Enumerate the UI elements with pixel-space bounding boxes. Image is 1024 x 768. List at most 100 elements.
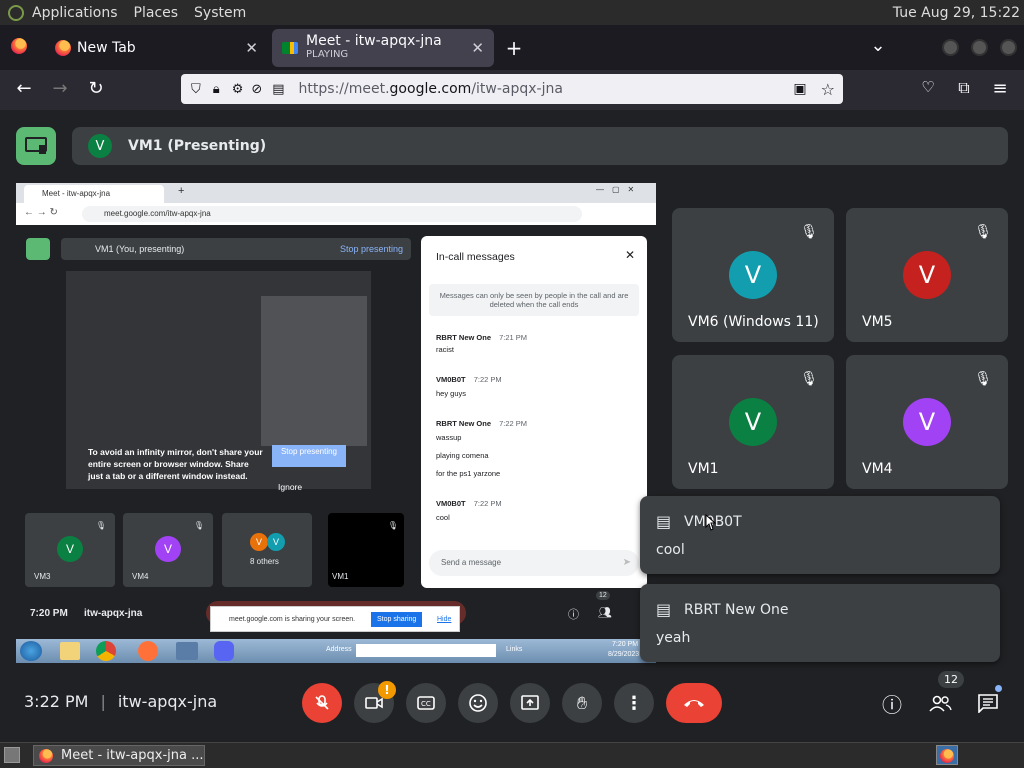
current-time: 3:22 PM (24, 692, 89, 711)
inner-firefox-icon (138, 641, 158, 661)
lock-icon[interactable]: 🔒︎ (213, 82, 220, 97)
window-controls (942, 39, 1017, 56)
avatar: V (729, 398, 777, 446)
list-all-tabs-icon[interactable]: ⌄ (866, 35, 890, 56)
captions-button[interactable]: CC (406, 683, 446, 723)
separator: | (100, 692, 106, 711)
menu-icon[interactable]: ≡ (988, 78, 1012, 99)
inner-chat-close-icon: ✕ (624, 248, 635, 262)
inner-chat-title: In-call messages (436, 251, 515, 263)
inner-presentation-icon (26, 238, 50, 260)
firefox-icon (55, 40, 71, 56)
inner-window-controls: —▢✕ (596, 185, 643, 194)
inner-mirror-panel (261, 296, 367, 446)
tab-title: Meet - itw-apqx-jna (306, 33, 442, 49)
reactions-button[interactable] (458, 683, 498, 723)
chat-notification[interactable]: ▤ RBRT New One yeah (640, 584, 1000, 662)
participant-tile-vm1[interactable]: 🎙︎ V VM1 (672, 355, 834, 489)
bookmark-star-icon[interactable]: ☆ (821, 80, 835, 99)
inner-url-text: meet.google.com/itw-apqx-jna (82, 206, 582, 222)
chat-icon (978, 694, 998, 713)
people-button[interactable]: 12 (920, 671, 964, 723)
avatar: V (903, 251, 951, 299)
participant-tile-vm6[interactable]: 🎙︎ V VM6 (Windows 11) (672, 208, 834, 342)
participant-name: VM6 (Windows 11) (688, 314, 819, 330)
inner-stop-presenting-button: Stop presenting (272, 445, 346, 467)
screen-share-indicator-icon[interactable]: ▣ (793, 81, 806, 97)
close-window-button[interactable] (1000, 39, 1017, 56)
browser-tab-bar: New Tab ✕ Meet - itw-apqx-jna PLAYING ✕ … (0, 25, 1024, 70)
camera-toggle-button[interactable]: ! (354, 681, 396, 723)
reload-icon[interactable]: ↻ (84, 78, 108, 99)
meeting-info-button[interactable]: ⓘ (872, 683, 912, 723)
present-screen-button[interactable] (510, 683, 550, 723)
inner-url-bar: ← → ↻ meet.google.com/itw-apqx-jna (16, 203, 656, 225)
inner-network-icon (176, 642, 198, 660)
notification-sender: RBRT New One (684, 602, 789, 618)
maximize-button[interactable] (971, 39, 988, 56)
mic-off-icon: 🎙︎ (974, 371, 992, 387)
inner-send-icon: ➤ (622, 557, 631, 568)
taskbar-window-title: Meet - itw-apqx-jna ... (61, 748, 204, 763)
firefox-icon (39, 748, 53, 763)
meet-favicon (282, 42, 298, 54)
presenter-bar[interactable]: V VM1 (Presenting) (72, 127, 1008, 165)
shield-icon[interactable]: ⛉ (191, 82, 201, 97)
participant-tile-vm4[interactable]: 🎙︎ V VM4 (846, 355, 1008, 489)
pocket-icon[interactable]: ♡ (916, 78, 940, 96)
raise-hand-button[interactable]: ✋︎ (562, 683, 602, 723)
tab-meet[interactable]: Meet - itw-apqx-jna PLAYING ✕ (272, 29, 494, 67)
permissions-icon[interactable]: ⚙︎ (232, 82, 244, 97)
participant-name: VM1 (688, 461, 719, 477)
minimize-button[interactable] (942, 39, 959, 56)
leave-call-button[interactable] (666, 683, 722, 723)
show-desktop-icon[interactable] (4, 747, 20, 763)
meeting-details: 3:22 PM | itw-apqx-jna (24, 692, 217, 711)
captions-icon: CC (417, 696, 435, 710)
close-tab-icon[interactable]: ✕ (471, 39, 484, 57)
tab-new-tab[interactable]: New Tab ✕ (46, 29, 268, 67)
participant-name: VM4 (862, 461, 893, 477)
menu-applications[interactable]: Applications (24, 5, 126, 21)
close-tab-icon[interactable]: ✕ (245, 39, 258, 57)
mic-toggle-button[interactable] (302, 683, 342, 723)
inner-discord-icon (214, 641, 234, 661)
inner-ignore-button: Ignore (278, 482, 303, 492)
workspace-switcher[interactable] (936, 745, 958, 765)
presenter-avatar: V (88, 134, 112, 158)
desktop-taskbar: Meet - itw-apqx-jna ... (0, 742, 1024, 768)
mouse-cursor-icon (705, 514, 717, 531)
meeting-code: itw-apqx-jna (117, 692, 218, 711)
url-text[interactable]: https://meet.google.com/itw-apqx-jna (299, 81, 563, 97)
forward-icon[interactable]: → (48, 78, 72, 99)
inner-tab: Meet - itw-apqx-jna (24, 185, 164, 203)
back-icon[interactable]: ← (12, 78, 36, 99)
menu-system[interactable]: System (186, 5, 254, 21)
hand-icon: ✋︎ (576, 692, 588, 714)
mic-off-icon: 🎙︎ (800, 371, 818, 387)
menu-places[interactable]: Places (126, 5, 187, 21)
hang-up-icon (684, 700, 704, 707)
reader-icon[interactable]: ▤ (272, 82, 284, 97)
participant-tile-vm5[interactable]: 🎙︎ V VM5 (846, 208, 1008, 342)
url-bar[interactable]: ⛉ 🔒︎ ⚙︎ ⊘ ▤ https://meet.google.com/itw-… (181, 74, 843, 104)
more-options-button[interactable]: ⋮ (614, 683, 654, 723)
inner-tile-vm4: V VM4 🎙︎ (123, 513, 213, 587)
system-clock[interactable]: Tue Aug 29, 15:22 (893, 5, 1020, 21)
extensions-icon[interactable]: ⧉ (952, 78, 976, 98)
inner-nav-icons: ← → ↻ (24, 207, 58, 218)
mic-off-icon: 🎙︎ (800, 224, 818, 240)
inner-chat-notice: Messages can only be seen by people in t… (429, 284, 639, 316)
mic-blocked-icon[interactable]: ⊘ (251, 82, 262, 97)
new-tab-button[interactable]: + (502, 36, 526, 60)
taskbar-window-meet[interactable]: Meet - itw-apqx-jna ... (33, 745, 205, 766)
presentation-layout-icon[interactable] (16, 127, 56, 165)
chat-button[interactable] (968, 683, 1008, 723)
info-icon: ⓘ (882, 692, 902, 717)
emoji-icon (469, 694, 487, 712)
chat-bubble-icon: ▤ (656, 512, 672, 531)
chat-notification[interactable]: ▤ VM0B0T cool (640, 496, 1000, 574)
os-logo-icon[interactable] (8, 4, 24, 21)
inner-chat-panel: In-call messages ✕ Messages can only be … (421, 236, 647, 588)
firefox-view-icon[interactable] (11, 38, 27, 54)
